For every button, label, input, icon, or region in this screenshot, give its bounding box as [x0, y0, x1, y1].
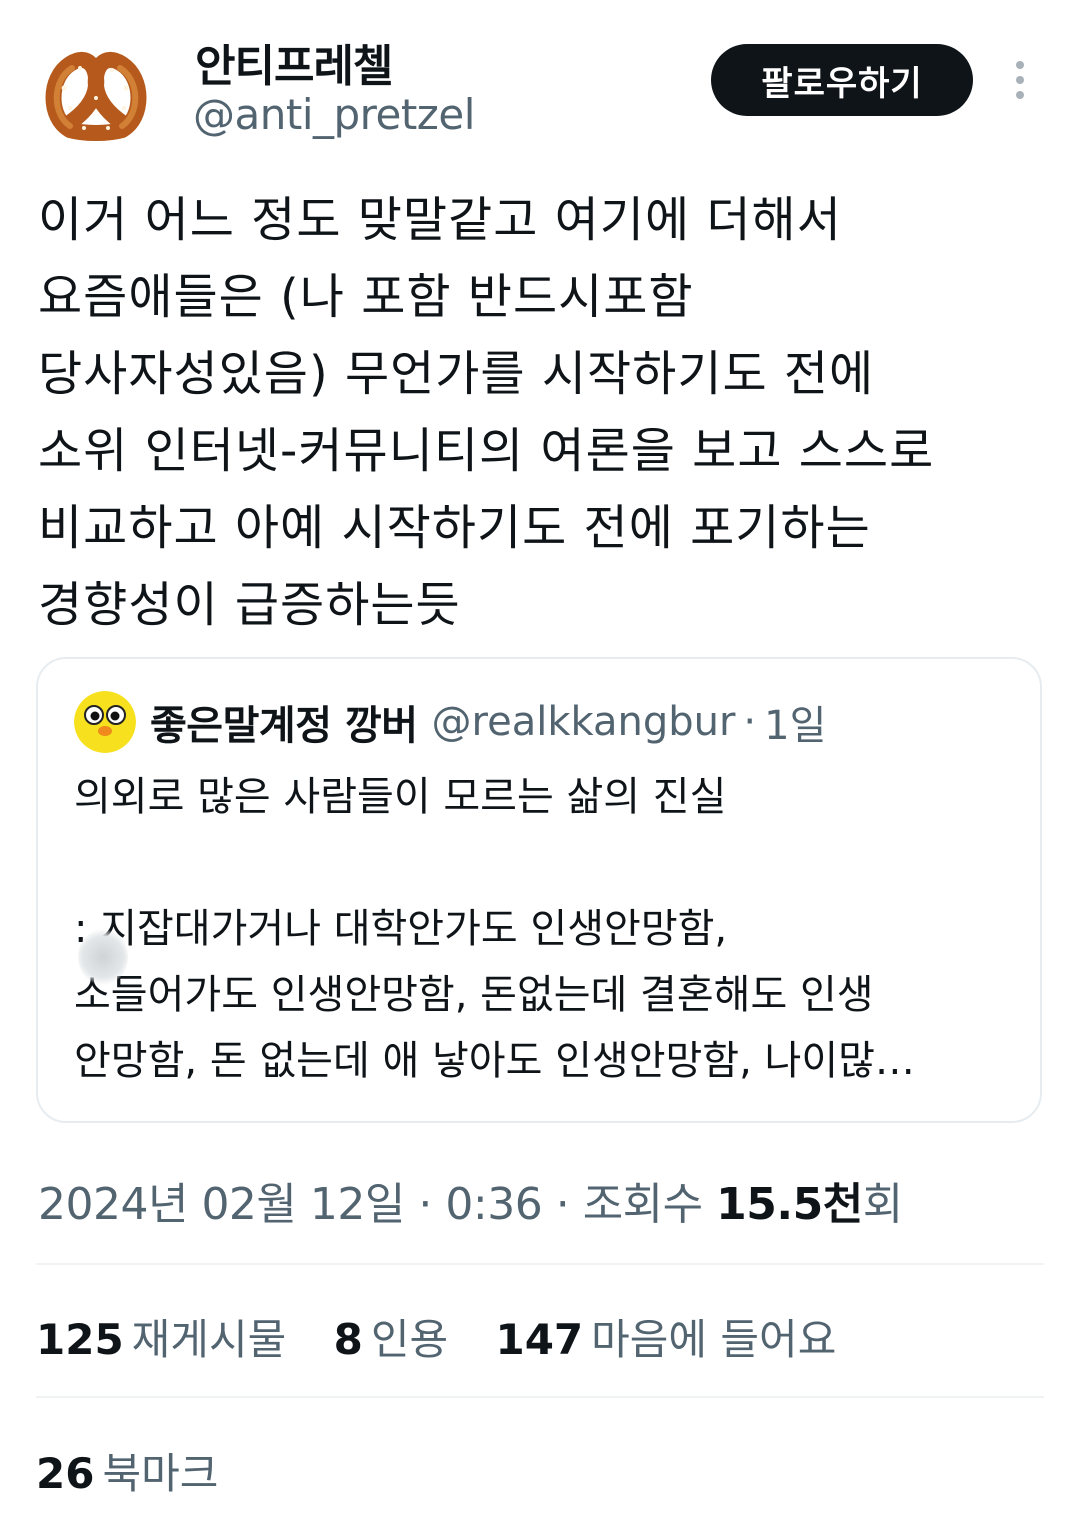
tweet-line: 요즘애들은 (나 포함 반드시포함 — [38, 269, 694, 325]
quoted-author-name[interactable]: 좋은말계정 깡버 — [150, 693, 418, 751]
quoted-tweet-card[interactable]: 좋은말계정 깡버 @realkkangbur · 1일 의외로 많은 사람들이 … — [36, 657, 1042, 1123]
tweet-date[interactable]: 2024년 02월 12일 — [38, 1179, 405, 1230]
chick-face-avatar-icon[interactable] — [74, 691, 136, 753]
bookmarks-label: 북마크 — [102, 1449, 219, 1498]
tweet-line: 비교하고 아예 시작하기도 전에 포기하는 — [38, 500, 871, 556]
tweet-line: 소위 인터넷-커뮤니티의 여론을 보고 스스로 — [38, 423, 935, 479]
quoted-tweet-time[interactable]: 1일 — [764, 693, 826, 751]
more-vertical-icon[interactable] — [1000, 56, 1040, 104]
tweet-line: 당사자성있음) 무언가를 시작하기도 전에 — [38, 346, 875, 402]
quoted-tweet-text: 의외로 많은 사람들이 모르는 삶의 진실 : 지잡대가거나 대학안가도 인생안… — [74, 764, 1024, 1094]
follow-button[interactable]: 팔로우하기 — [711, 44, 973, 116]
likes-label: 마음에 들어요 — [591, 1315, 837, 1364]
views-count: 15.5 — [716, 1179, 823, 1230]
divider — [36, 1263, 1044, 1265]
tweet-meta: 2024년 02월 12일 · 0:36 · 조회수 15.5천회 — [38, 1168, 903, 1232]
tweet-line: 경향성이 급증하는듯 — [38, 577, 461, 633]
blurred-redaction — [78, 929, 128, 985]
tweet-text: 이거 어느 정도 맞말같고 여기에 더해서 요즘애들은 (나 포함 반드시포함 … — [38, 182, 1048, 644]
more-dot — [1016, 76, 1024, 84]
likes-count: 147 — [495, 1315, 584, 1364]
author-display-name[interactable]: 안티프레첼 — [195, 30, 393, 94]
more-dot — [1016, 61, 1024, 69]
reposts-count: 125 — [36, 1315, 124, 1364]
engagement-stats: 125 재게시물 8 인용 147 마음에 들어요 — [36, 1306, 870, 1367]
quotes-label: 인용 — [370, 1315, 449, 1364]
tweet-time[interactable]: 0:36 — [445, 1179, 542, 1230]
quoted-line: 소들어가도 인생안망함, 돈없는데 결혼해도 인생 — [74, 972, 874, 1018]
views-suffix: 회 — [862, 1179, 903, 1230]
views-unit: 천 — [822, 1179, 863, 1230]
author-handle[interactable]: @anti_pretzel — [193, 90, 475, 139]
quotes-stat[interactable]: 8 인용 — [334, 1315, 449, 1364]
separator-dot: · — [418, 1179, 432, 1230]
bookmarks-count: 26 — [36, 1449, 95, 1498]
quotes-count: 8 — [333, 1315, 363, 1364]
pretzel-avatar-icon[interactable] — [40, 38, 152, 150]
likes-stat[interactable]: 147 마음에 들어요 — [495, 1315, 836, 1364]
tweet-line: 이거 어느 정도 맞말같고 여기에 더해서 — [38, 192, 842, 248]
reposts-stat[interactable]: 125 재게시물 — [36, 1315, 286, 1364]
views-label: 조회수 — [582, 1179, 703, 1230]
separator-dot: · — [743, 699, 757, 745]
more-dot — [1016, 91, 1024, 99]
bookmarks-stat[interactable]: 26 북마크 — [36, 1440, 218, 1501]
quoted-author-handle[interactable]: @realkkangbur — [432, 699, 736, 745]
quoted-line: 안망함, 돈 없는데 애 낳아도 인생안망함, 나이많… — [74, 1038, 915, 1084]
reposts-label: 재게시물 — [131, 1315, 287, 1364]
divider — [36, 1396, 1044, 1398]
quoted-line — [74, 830, 1024, 896]
quoted-line: : 지잡대가거나 대학안가도 인생안망함, — [74, 906, 728, 952]
quoted-line: 의외로 많은 사람들이 모르는 삶의 진실 — [74, 774, 727, 820]
separator-dot: · — [555, 1179, 570, 1230]
quoted-tweet-header: 좋은말계정 깡버 @realkkangbur · 1일 — [150, 691, 826, 753]
tweet-header: 안티프레첼 @anti_pretzel 팔로우하기 — [0, 0, 1080, 170]
